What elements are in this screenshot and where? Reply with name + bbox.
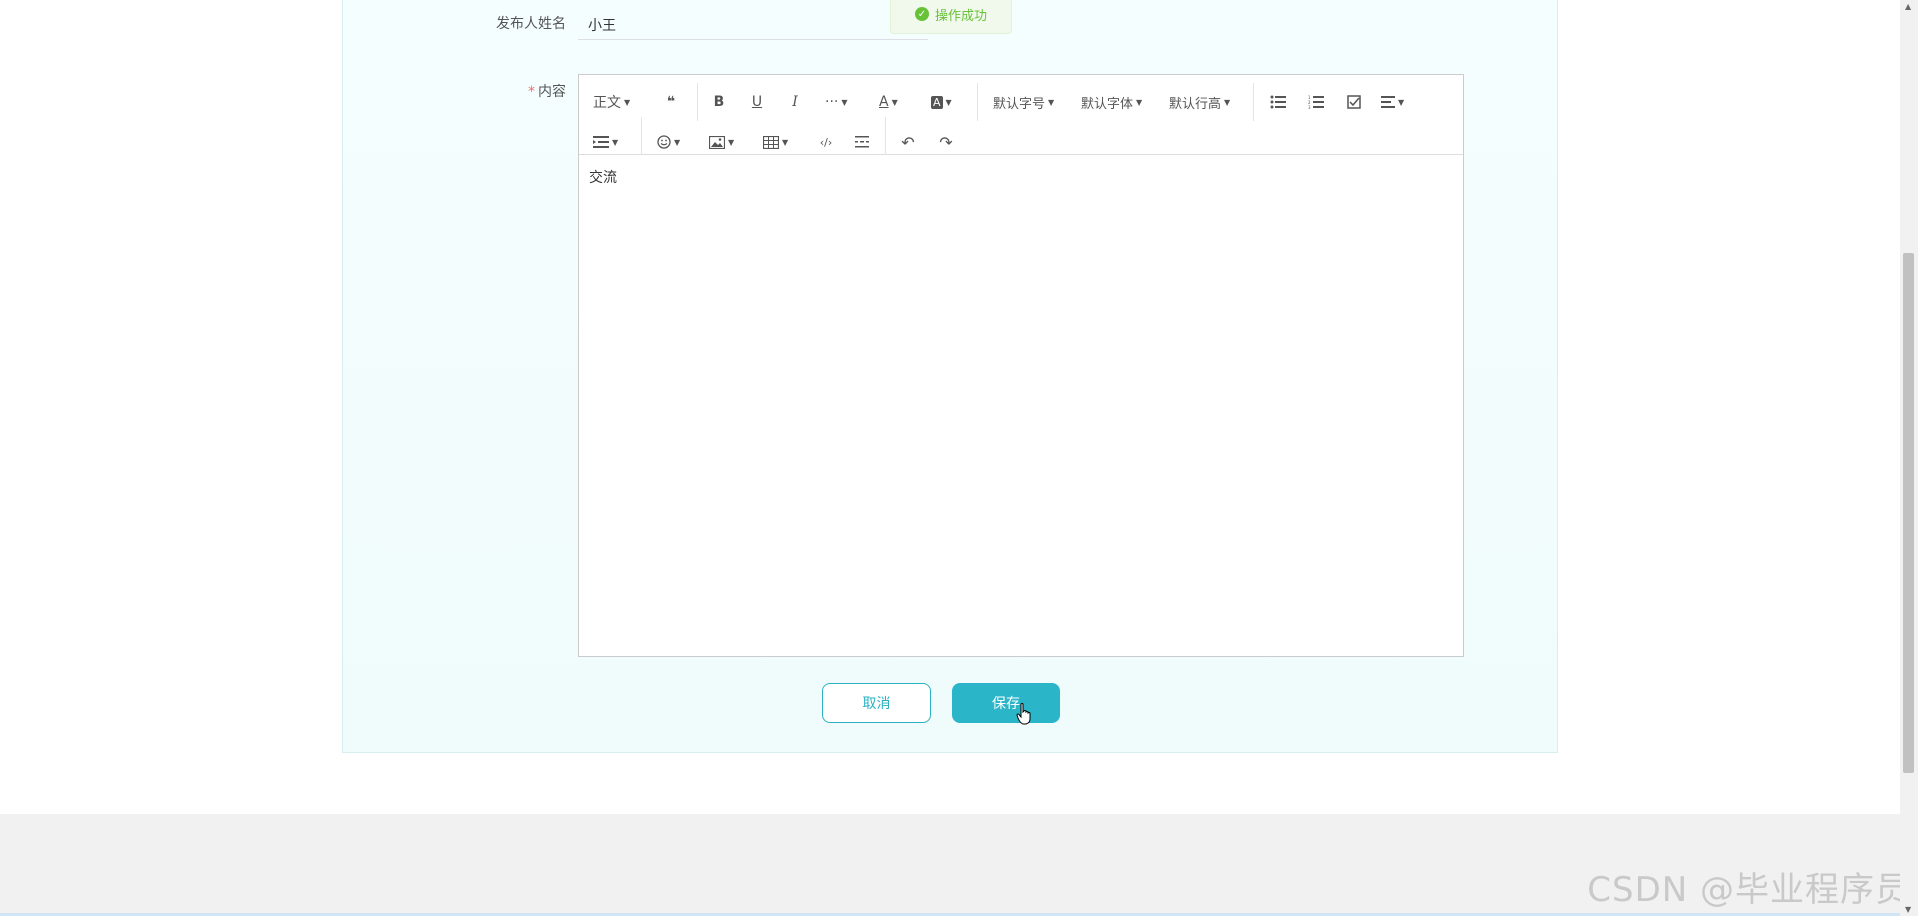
todo-checkbox-icon[interactable] (1343, 89, 1365, 115)
publisher-name-field[interactable]: 小王 (578, 8, 928, 40)
table-icon[interactable]: ▼ (763, 129, 788, 155)
editor-content-area[interactable]: 交流 (579, 155, 1463, 656)
success-toast: ✓ 操作成功 (890, 0, 1012, 34)
rich-text-editor: 正文▼ ❝ B U I ···▼ A▼ A▼ 默认字号▼ 默认字体▼ (578, 74, 1464, 657)
cancel-button[interactable]: 取消 (822, 683, 931, 723)
code-icon[interactable]: ‹/› (815, 129, 837, 155)
toolbar-separator (977, 83, 978, 121)
publisher-name-label: 发布人姓名 (496, 16, 566, 32)
editor-text: 交流 (589, 170, 617, 186)
paragraph-style-dropdown[interactable]: 正文 ▼ (593, 89, 630, 115)
required-mark: * (528, 84, 535, 100)
paragraph-style-label: 正文 (593, 95, 621, 111)
image-icon[interactable]: ▼ (709, 129, 734, 155)
editor-toolbar: 正文▼ ❝ B U I ···▼ A▼ A▼ 默认字号▼ 默认字体▼ (579, 75, 1463, 155)
check-circle-icon: ✓ (914, 7, 929, 21)
svg-text:3: 3 (1308, 105, 1311, 109)
scroll-up-icon[interactable]: ▲ (1905, 2, 1911, 11)
align-dropdown[interactable]: ▼ (1381, 89, 1404, 115)
vertical-scrollbar[interactable]: ▲ ▼ (1900, 0, 1918, 916)
content-label: * 内容 (486, 81, 566, 101)
more-formatting-dropdown[interactable]: ··· ▼ (825, 89, 848, 115)
numbered-list-icon[interactable]: 123 (1305, 89, 1327, 115)
scroll-down-icon[interactable]: ▼ (1905, 905, 1911, 914)
bold-icon[interactable]: B (709, 89, 729, 115)
emoji-icon[interactable]: ▼ (657, 129, 680, 155)
toolbar-separator (1253, 83, 1254, 121)
hand-pointer-icon (1016, 703, 1031, 725)
bulleted-list-icon[interactable] (1267, 89, 1289, 115)
font-color-icon[interactable]: A ▼ (879, 89, 898, 115)
line-height-dropdown[interactable]: 默认行高 ▼ (1169, 89, 1230, 115)
toolbar-separator (885, 117, 886, 155)
indent-dropdown[interactable]: ▼ (593, 129, 618, 155)
toolbar-separator (641, 117, 642, 155)
italic-icon[interactable]: I (785, 89, 805, 115)
content-label-text: 内容 (538, 84, 566, 100)
scroll-thumb[interactable] (1903, 253, 1914, 773)
font-family-label: 默认字体 (1081, 96, 1134, 112)
background-color-icon[interactable]: A ▼ (931, 89, 952, 115)
font-size-dropdown[interactable]: 默认字号 ▼ (993, 89, 1054, 115)
font-size-label: 默认字号 (993, 96, 1046, 112)
divider-icon[interactable] (851, 129, 873, 155)
underline-icon[interactable]: U (747, 89, 767, 115)
toast-text: 操作成功 (934, 8, 987, 24)
undo-icon[interactable]: ↶ (897, 129, 919, 155)
font-family-dropdown[interactable]: 默认字体 ▼ (1081, 89, 1142, 115)
more-formatting-label: ··· (825, 94, 839, 110)
save-button[interactable]: 保存 (952, 683, 1060, 723)
csdn-watermark: CSDN @毕业程序员 (1587, 870, 1910, 910)
line-height-label: 默认行高 (1169, 96, 1222, 112)
blockquote-icon[interactable]: ❝ (661, 89, 681, 115)
redo-icon[interactable]: ↷ (935, 129, 957, 155)
toolbar-separator (697, 83, 698, 121)
